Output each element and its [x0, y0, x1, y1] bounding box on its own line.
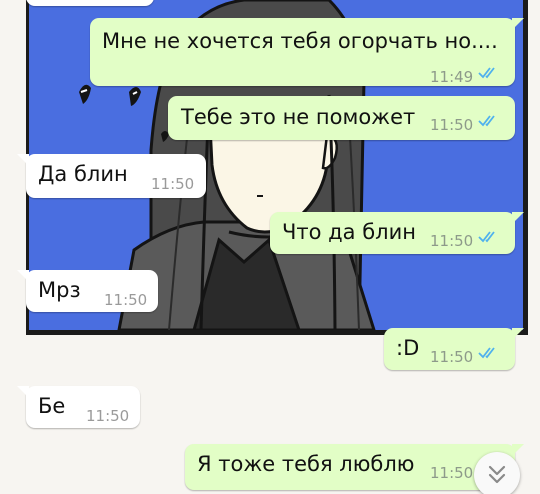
message-time: 11:50 — [430, 116, 474, 134]
message-time: 11:50 — [430, 348, 474, 366]
message-bubble-incoming[interactable]: Мрз 11:50 — [17, 270, 158, 312]
message-bubble-outgoing[interactable]: Тебе это не поможет 11:50 — [168, 96, 515, 140]
message-text: :D — [396, 336, 420, 360]
message-time: 11:50 — [104, 291, 148, 309]
message-text: Мрз — [38, 278, 81, 302]
message-bubble-outgoing[interactable]: Я тоже тебя люблю 11:50 — [185, 444, 524, 490]
message-time: 11:50 — [430, 464, 474, 482]
bubble-tail — [512, 18, 524, 30]
message-bubble-outgoing[interactable]: :D 11:50 — [384, 328, 524, 370]
double-check-icon — [478, 347, 495, 359]
message-bubble-incoming[interactable]: Бе 11:50 — [17, 386, 140, 428]
scroll-to-bottom-button[interactable] — [474, 452, 520, 494]
message-text: Что да блин — [282, 220, 416, 244]
message-bubble-incoming[interactable]: Да блин 11:50 — [17, 154, 206, 198]
bubble-tail — [17, 154, 29, 166]
message-time: 11:50 — [86, 407, 130, 425]
bubble-tail — [512, 212, 524, 224]
message-bubble-outgoing[interactable]: Что да блин 11:50 — [270, 212, 524, 254]
chat-area[interactable]: Мне не хочется тебя огорчать но.... 11:4… — [0, 0, 540, 494]
message-text: Да блин — [38, 162, 128, 186]
bubble-tail — [512, 328, 524, 340]
double-check-icon — [478, 231, 495, 243]
message-bubble-incoming[interactable] — [26, 0, 154, 6]
message-text: Мне не хочется тебя огорчать но.... — [102, 29, 498, 53]
bubble-tail — [17, 386, 29, 398]
message-time: 11:50 — [151, 175, 195, 193]
message-time: 11:50 — [430, 232, 474, 250]
message-text: Я тоже тебя люблю — [197, 452, 415, 476]
message-bubble-outgoing[interactable]: Мне не хочется тебя огорчать но.... 11:4… — [90, 18, 524, 86]
bubble-tail — [512, 444, 524, 456]
message-text: Бе — [38, 394, 66, 418]
message-text: Тебе это не поможет — [181, 105, 416, 129]
double-chevron-down-icon — [488, 465, 506, 484]
message-time: 11:49 — [430, 68, 474, 86]
bubble-tail — [17, 270, 29, 282]
double-check-icon — [478, 67, 495, 79]
double-check-icon — [478, 115, 495, 127]
